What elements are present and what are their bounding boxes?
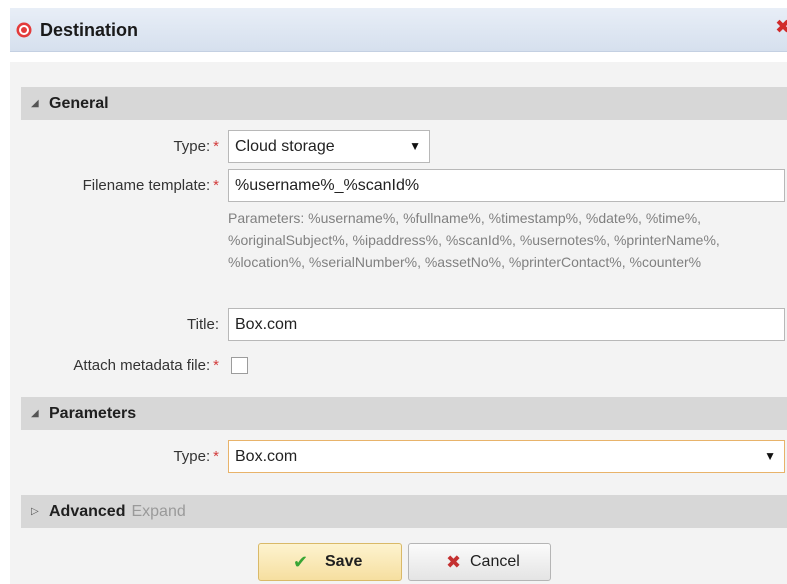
section-general-title: General bbox=[49, 95, 109, 112]
filename-template-label: Filename template: * bbox=[83, 177, 219, 194]
section-advanced-title-wrap: Advanced Expand bbox=[49, 495, 186, 528]
chevron-down-icon: ▼ bbox=[764, 449, 776, 463]
save-button[interactable]: ✔ Save bbox=[258, 543, 402, 581]
parameters-type-select[interactable]: Box.com ▼ bbox=[228, 440, 785, 473]
title-value: Box.com bbox=[235, 316, 298, 333]
triangle-down-icon: ◢ bbox=[31, 98, 39, 109]
x-icon: ✖ bbox=[446, 552, 462, 572]
attach-metadata-label-text: Attach metadata file: bbox=[73, 357, 211, 374]
required-marker: * bbox=[213, 138, 219, 155]
section-advanced-header[interactable]: ▷ Advanced Expand bbox=[21, 495, 787, 528]
type-label-text: Type: bbox=[173, 138, 211, 155]
attach-metadata-label: Attach metadata file: * bbox=[73, 357, 219, 374]
required-marker: * bbox=[213, 448, 219, 465]
checkmark-icon: ✔ bbox=[293, 552, 309, 572]
save-button-label: Save bbox=[325, 553, 363, 570]
title-label: Title: bbox=[187, 316, 219, 333]
section-general-header[interactable]: ◢ General bbox=[21, 87, 787, 120]
type-label: Type: * bbox=[173, 138, 219, 155]
chevron-down-icon: ▼ bbox=[409, 139, 421, 153]
type-select-value: Cloud storage bbox=[235, 138, 335, 155]
target-icon bbox=[16, 22, 32, 38]
filename-template-input[interactable]: %username%_%scanId% bbox=[228, 169, 785, 202]
section-advanced-title: Advanced bbox=[49, 503, 126, 520]
triangle-right-icon: ▷ bbox=[31, 506, 39, 517]
section-parameters-title: Parameters bbox=[49, 405, 137, 422]
required-marker: * bbox=[213, 357, 219, 374]
required-marker: * bbox=[213, 177, 219, 194]
attach-metadata-checkbox[interactable] bbox=[231, 357, 248, 374]
filename-template-label-text: Filename template: bbox=[82, 177, 211, 194]
triangle-down-icon: ◢ bbox=[31, 408, 39, 419]
parameters-type-label: Type: * bbox=[173, 448, 219, 465]
cancel-button-label: Cancel bbox=[470, 553, 520, 570]
close-icon[interactable]: ✖ bbox=[775, 18, 787, 37]
parameters-type-label-text: Type: bbox=[173, 448, 211, 465]
title-label-text: Title: bbox=[187, 316, 219, 333]
dialog-titlebar: Destination ✖ bbox=[0, 0, 787, 62]
dialog-title: Destination bbox=[40, 20, 139, 40]
section-parameters-header[interactable]: ◢ Parameters bbox=[21, 397, 787, 430]
expand-link[interactable]: Expand bbox=[131, 503, 185, 520]
parameters-type-value: Box.com bbox=[235, 448, 298, 465]
title-input[interactable]: Box.com bbox=[228, 308, 785, 341]
filename-parameters-hint: Parameters: %username%, %fullname%, %tim… bbox=[228, 210, 720, 270]
cancel-button[interactable]: ✖ Cancel bbox=[408, 543, 551, 581]
filename-template-value: %username%_%scanId% bbox=[235, 177, 420, 194]
type-select[interactable]: Cloud storage ▼ bbox=[228, 130, 430, 163]
